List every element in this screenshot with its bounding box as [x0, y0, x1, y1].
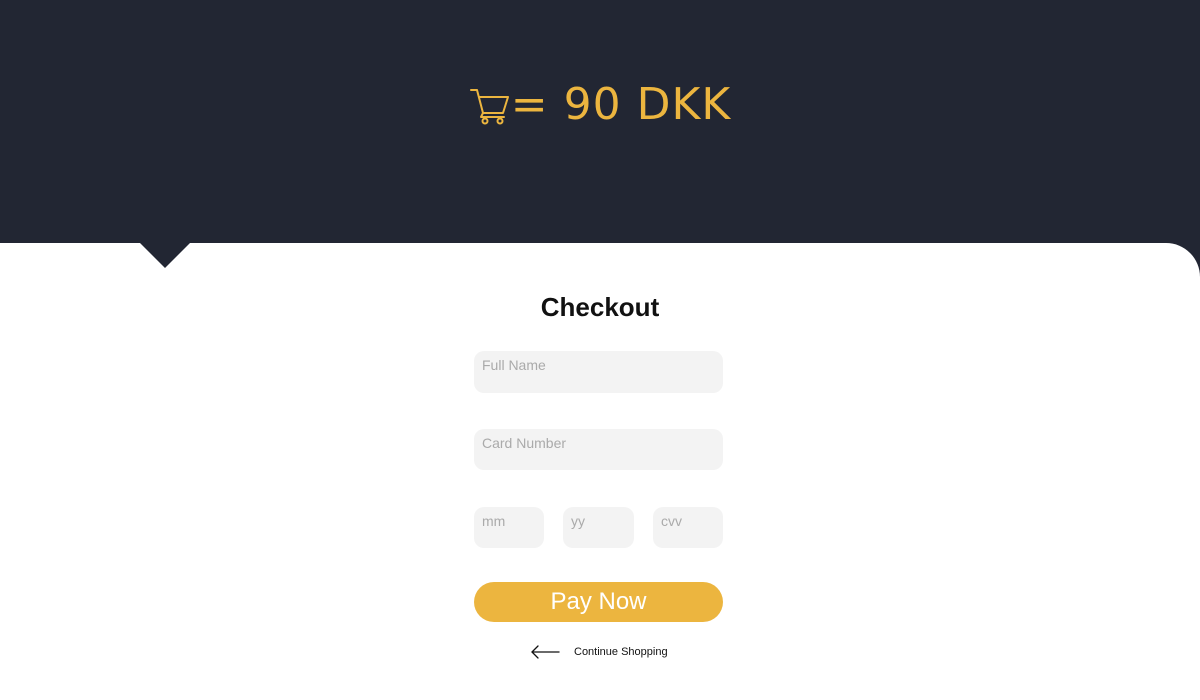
- checkout-page: = 90 DKK Checkout Full Name Card Number …: [0, 0, 1200, 700]
- order-total: = 90 DKK: [0, 78, 1200, 132]
- order-total-header: = 90 DKK: [0, 0, 1200, 245]
- cart-icon: [469, 89, 509, 125]
- expiry-month-input[interactable]: mm: [474, 507, 544, 548]
- expiry-month-placeholder: mm: [482, 513, 506, 529]
- cvv-input[interactable]: cvv: [653, 507, 723, 548]
- pay-now-label: Pay Now: [550, 588, 647, 615]
- total-amount: = 90 DKK: [510, 79, 732, 130]
- page-title: Checkout: [540, 292, 660, 322]
- pay-now-button[interactable]: Pay Now: [474, 582, 723, 622]
- arrow-left-icon: [531, 645, 560, 659]
- continue-shopping-link[interactable]: Continue Shopping: [530, 642, 668, 662]
- card-number-input[interactable]: Card Number: [474, 429, 723, 470]
- expiry-year-input[interactable]: yy: [563, 507, 634, 548]
- cvv-placeholder: cvv: [661, 513, 682, 529]
- expiry-year-placeholder: yy: [571, 513, 585, 529]
- full-name-placeholder: Full Name: [482, 357, 546, 373]
- header-pointer: [140, 243, 190, 268]
- card-number-placeholder: Card Number: [482, 435, 567, 451]
- full-name-input[interactable]: Full Name: [474, 351, 723, 393]
- continue-shopping-label: Continue Shopping: [574, 646, 668, 658]
